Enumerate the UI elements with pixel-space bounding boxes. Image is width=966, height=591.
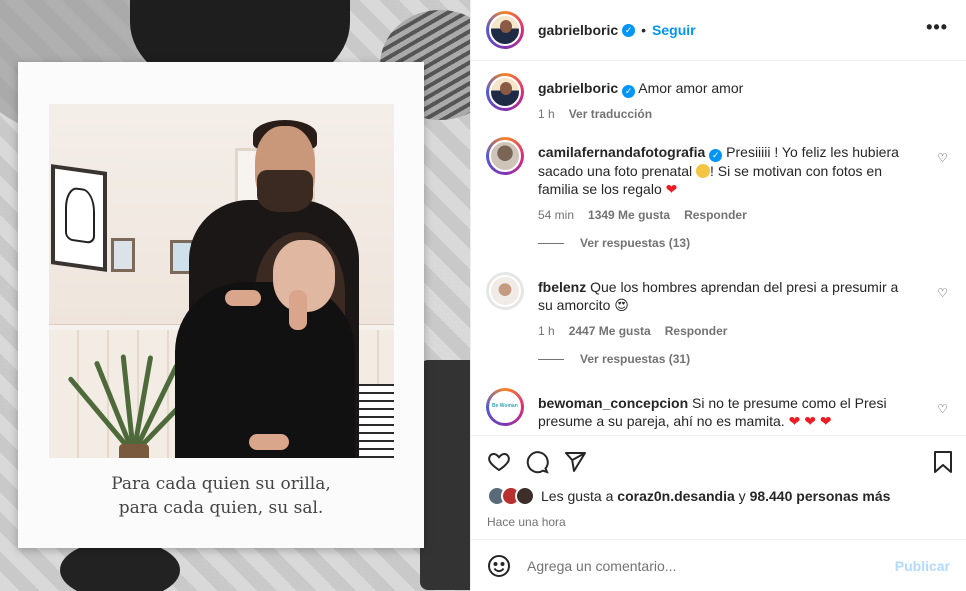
polaroid-frame: Para cada quien su orilla, para cada qui… bbox=[18, 62, 424, 548]
post-media[interactable]: Para cada quien su orilla, para cada qui… bbox=[0, 0, 470, 591]
likes-summary: Les gusta a coraz0n.desandia y 98.440 pe… bbox=[487, 486, 950, 506]
caption-text: Amor amor amor bbox=[638, 80, 744, 96]
reply-button[interactable]: Responder bbox=[665, 324, 728, 338]
comments-list[interactable]: gabrielboric ✓ Amor amor amor 1 h Ver tra… bbox=[471, 61, 966, 435]
background-decor bbox=[420, 360, 470, 590]
heart-eyes-emoji-icon: 😍 bbox=[614, 297, 629, 313]
comment-item: bewoman_concepcion Si no te presume como… bbox=[486, 388, 950, 430]
comment-like-count[interactable]: 1349 Me gusta bbox=[588, 208, 670, 222]
red-hearts-emoji-icon: ❤ ❤ ❤ bbox=[788, 413, 832, 429]
more-options-icon[interactable]: ••• bbox=[926, 18, 948, 36]
comment-time[interactable]: 54 min bbox=[538, 208, 574, 222]
comment-like-count[interactable]: 2447 Me gusta bbox=[569, 324, 651, 338]
caption-time[interactable]: 1 h bbox=[538, 107, 555, 121]
post-header: gabrielboric ✓ • Seguir ••• bbox=[471, 0, 966, 61]
emoji-smile-icon[interactable] bbox=[487, 554, 511, 578]
reply-button[interactable]: Responder bbox=[684, 208, 747, 222]
add-comment-bar: Agrega un comentario... Publicar bbox=[471, 539, 966, 591]
avatar-story-ring[interactable] bbox=[486, 137, 524, 175]
view-replies-button[interactable]: Ver respuestas (31) bbox=[538, 352, 950, 366]
instagram-post: Para cada quien su orilla, para cada qui… bbox=[0, 0, 966, 591]
like-comment-heart-icon[interactable]: ♡ bbox=[937, 402, 948, 416]
verified-badge-icon: ✓ bbox=[622, 23, 636, 37]
username-link[interactable]: gabrielboric bbox=[538, 22, 618, 38]
view-replies-button[interactable]: Ver respuestas (13) bbox=[538, 236, 950, 250]
see-translation-button[interactable]: Ver traducción bbox=[569, 107, 652, 121]
like-comment-heart-icon[interactable]: ♡ bbox=[937, 286, 948, 300]
verified-badge-icon: ✓ bbox=[709, 149, 723, 162]
comment-username[interactable]: fbelenz bbox=[538, 279, 586, 295]
avatar-ring[interactable] bbox=[486, 272, 524, 310]
comment-username[interactable]: bewoman_concepcion bbox=[538, 395, 688, 411]
caption-username[interactable]: gabrielboric bbox=[538, 80, 618, 96]
avatar[interactable] bbox=[489, 14, 521, 46]
comment-bubble-icon[interactable] bbox=[525, 450, 549, 474]
publish-button[interactable]: Publicar bbox=[895, 558, 950, 574]
liker-username[interactable]: coraz0n.desandia bbox=[617, 488, 735, 504]
comment-time[interactable]: 1 h bbox=[538, 324, 555, 338]
post-time[interactable]: Hace una hora bbox=[487, 515, 950, 529]
save-bookmark-icon[interactable] bbox=[933, 450, 953, 474]
share-send-icon[interactable] bbox=[563, 450, 587, 474]
photo-caption: Para cada quien su orilla, para cada qui… bbox=[111, 474, 331, 518]
avatar[interactable] bbox=[489, 140, 521, 172]
couple-photo bbox=[49, 104, 394, 458]
avatar[interactable] bbox=[515, 486, 535, 506]
woman-figure bbox=[175, 282, 355, 458]
comment-input[interactable]: Agrega un comentario... bbox=[527, 558, 895, 574]
comment-item: fbelenz Que los hombres aprendan del pre… bbox=[486, 272, 950, 338]
avatar[interactable] bbox=[489, 391, 521, 423]
avatar[interactable] bbox=[489, 76, 521, 108]
comment-username[interactable]: camilafernandafotografia bbox=[538, 144, 705, 160]
avatar[interactable] bbox=[489, 275, 521, 307]
post-caption: gabrielboric ✓ Amor amor amor 1 h Ver tra… bbox=[486, 73, 950, 133]
potted-plant bbox=[67, 324, 205, 458]
post-side-panel: gabrielboric ✓ • Seguir ••• gabrielboric… bbox=[470, 0, 966, 591]
like-comment-heart-icon[interactable]: ♡ bbox=[937, 151, 948, 165]
avatar-story-ring[interactable] bbox=[486, 73, 524, 111]
comment-item: camilafernandafotografia ✓ Presiiiii ! Yo… bbox=[486, 137, 950, 222]
post-actions: Les gusta a coraz0n.desandia y 98.440 pe… bbox=[471, 435, 966, 539]
wall-picture bbox=[51, 164, 107, 272]
liker-avatars[interactable] bbox=[487, 486, 535, 506]
verified-badge-icon: ✓ bbox=[622, 85, 636, 98]
red-heart-emoji-icon: ❤ bbox=[665, 181, 678, 197]
avatar-story-ring[interactable] bbox=[486, 388, 524, 426]
like-heart-icon[interactable] bbox=[487, 450, 511, 474]
wall-picture bbox=[111, 238, 135, 272]
smiling-face-emoji-icon bbox=[696, 164, 711, 178]
avatar-story-ring[interactable] bbox=[486, 11, 524, 49]
follow-button[interactable]: Seguir bbox=[652, 22, 696, 38]
likes-count[interactable]: 98.440 personas más bbox=[750, 488, 891, 504]
